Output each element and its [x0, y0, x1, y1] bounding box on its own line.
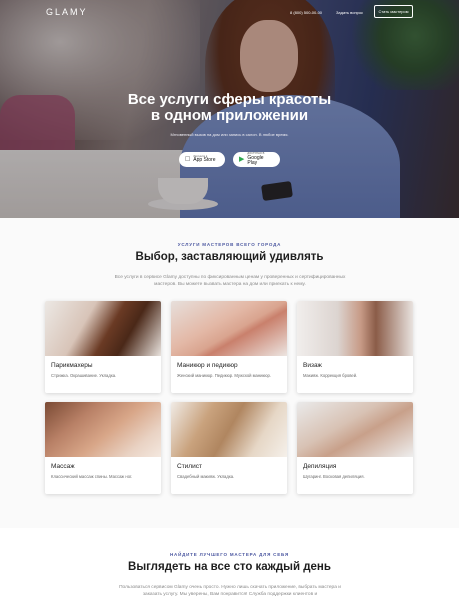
service-card-visage[interactable]: Визаж Макияж. Коррекция бровей. [297, 301, 413, 393]
service-card-desc: Стрижка. Окрашивание. Укладка. [51, 373, 117, 378]
hero-title: Все услуги сферы красоты в одном приложе… [0, 92, 459, 124]
massage-photo [45, 402, 161, 457]
masters-eyebrow: НАЙДИТЕ ЛУЧШЕГО МАСТЕРА ДЛЯ СЕБЯ [170, 552, 289, 557]
play-icon: ▶ [239, 156, 245, 163]
masters-section: НАЙДИТЕ ЛУЧШЕГО МАСТЕРА ДЛЯ СЕБЯ Выгляде… [0, 528, 459, 600]
masters-title: Выглядеть на все сто каждый день [128, 561, 331, 573]
services-title: Выбор, заставляющий удивлять [135, 251, 324, 263]
logo[interactable]: GLAMY [46, 7, 88, 17]
hero-subtitle: Мгновенный вызов на дом или запись в сал… [170, 132, 289, 137]
depilation-photo [297, 402, 413, 457]
services-description: Все услуги в сервисе Glamy доступны по ф… [114, 275, 346, 287]
service-card-manicure[interactable]: Маникюр и педикюр Женский маникюр. Педик… [171, 301, 287, 393]
service-card-desc: Макияж. Коррекция бровей. [303, 373, 358, 378]
service-card-title: Депиляция [303, 463, 337, 470]
service-card-stylist[interactable]: Стилист Свадебный макияж. Укладка. [171, 402, 287, 494]
service-card-title: Маникюр и педикюр [177, 362, 238, 369]
services-section: УСЛУГИ МАСТЕРОВ ВСЕГО ГОРОДА Выбор, заст… [0, 218, 459, 528]
services-eyebrow: УСЛУГИ МАСТЕРОВ ВСЕГО ГОРОДА [177, 242, 282, 247]
service-card-title: Парикмахеры [51, 362, 93, 369]
hero-section: GLAMY 8 (800) 500-00-00 Задать вопрос Ст… [0, 0, 459, 218]
service-card-title: Массаж [51, 463, 75, 470]
hero-title-line1: Все услуги сферы красоты [127, 91, 332, 108]
app-store-label: App Store [188, 157, 215, 164]
become-master-button[interactable]: Стать мастером [374, 5, 413, 18]
service-card-desc: Классический массаж спины. Массаж ног. [51, 474, 133, 479]
manicure-photo [171, 301, 287, 356]
service-card-desc: Шугаринг. Восковая депиляция. [303, 474, 365, 479]
service-card-hairdressers[interactable]: Парикмахеры Стрижка. Окрашивание. Укладк… [45, 301, 161, 393]
service-card-desc: Женский маникюр. Педикюр. Мужской маникю… [177, 373, 271, 378]
service-card-desc: Свадебный макияж. Укладка. [177, 474, 235, 479]
hairdresser-photo [45, 301, 161, 356]
service-card-title: Визаж [303, 362, 322, 369]
app-store-button[interactable]:  Загрузите в App Store [179, 152, 225, 167]
stylist-photo [171, 402, 287, 457]
google-play-label: Google Play [247, 154, 264, 166]
nav-phone-link[interactable]: 8 (800) 500-00-00 [290, 10, 322, 15]
nav-ask-question-link[interactable]: Задать вопрос [336, 10, 363, 15]
visage-photo [297, 301, 413, 356]
google-play-button[interactable]: ▶ ДОСТУПНО В Google Play [233, 152, 280, 167]
masters-description: Пользоваться сервисом Glamy очень просто… [119, 585, 341, 597]
service-card-depilation[interactable]: Депиляция Шугаринг. Восковая депиляция. [297, 402, 413, 494]
apple-icon:  [185, 156, 190, 163]
hero-title-line2: в одном приложении [150, 107, 309, 124]
service-card-title: Стилист [177, 463, 202, 470]
service-card-massage[interactable]: Массаж Классический массаж спины. Массаж… [45, 402, 161, 494]
